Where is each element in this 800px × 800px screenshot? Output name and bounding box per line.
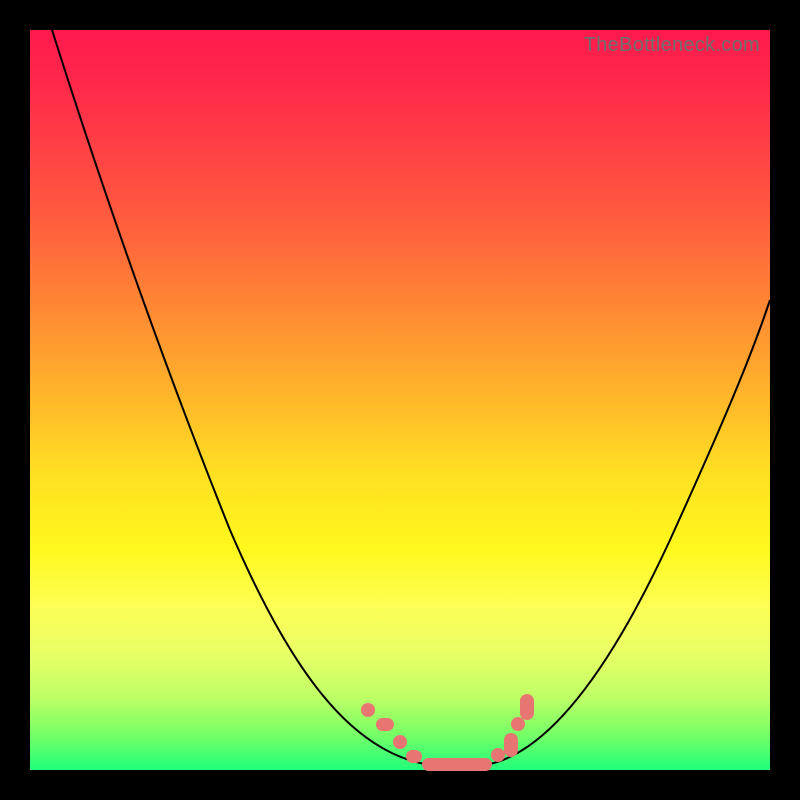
- marker-capsule-long: [422, 758, 492, 771]
- chart-frame: TheBottleneck.com: [0, 0, 800, 800]
- plot-area: TheBottleneck.com: [30, 30, 770, 770]
- valley-markers: [361, 694, 534, 771]
- curve-right-branch: [490, 300, 770, 764]
- curve-left-branch: [52, 30, 425, 764]
- marker-dot: [491, 748, 505, 762]
- marker-capsule: [376, 718, 394, 731]
- marker-capsule: [406, 750, 422, 763]
- marker-capsule: [520, 694, 534, 720]
- marker-capsule: [504, 733, 518, 757]
- marker-dot: [361, 703, 375, 717]
- marker-dot: [511, 717, 525, 731]
- bottleneck-curve: [30, 30, 770, 770]
- marker-dot: [393, 735, 407, 749]
